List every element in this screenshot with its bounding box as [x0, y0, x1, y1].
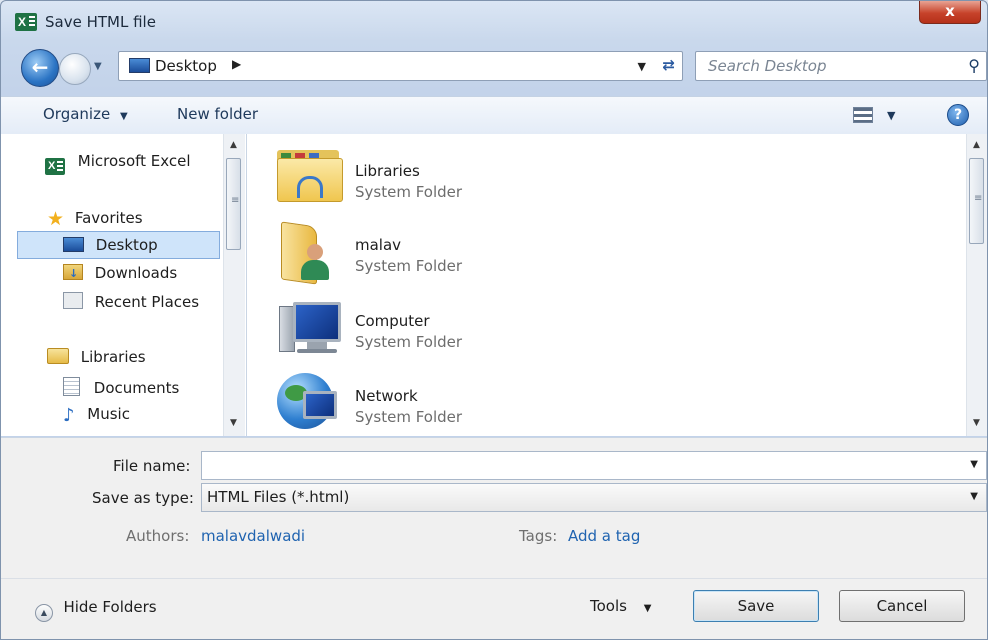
search-icon[interactable]: ⚲ [968, 56, 980, 75]
sidebar-item-label: Libraries [80, 348, 146, 366]
command-toolbar: Organize ▼ New folder ▼ ? [1, 96, 987, 135]
forward-button[interactable] [59, 53, 91, 85]
chevron-right-icon[interactable]: ▶ [232, 57, 241, 71]
star-icon: ★ [47, 208, 65, 230]
organize-label: Organize [43, 105, 111, 123]
authors-label: Authors: [126, 527, 190, 545]
grip-icon: ≡ [231, 195, 240, 206]
navigation-pane: X Microsoft Excel ★ Favorites Desktop ↓ … [1, 134, 247, 436]
file-name: Libraries [355, 162, 420, 180]
excel-icon: X [15, 13, 37, 31]
file-name: malav [355, 236, 402, 254]
network-icon [277, 371, 343, 433]
sidebar-item-libraries[interactable]: Libraries [47, 348, 146, 366]
file-item-malav[interactable]: malav System Folder [277, 220, 577, 290]
sidebar-scrollbar[interactable]: ▲ ≡ ▼ [223, 134, 245, 436]
scroll-up-icon[interactable]: ▲ [230, 140, 237, 150]
chevron-down-icon[interactable]: ▼ [970, 459, 978, 470]
hide-folders-label: Hide Folders [63, 598, 157, 616]
grip-icon: ≡ [974, 193, 983, 204]
file-name-field[interactable]: ▼ [201, 451, 987, 480]
refresh-icon[interactable]: ⇄ [662, 56, 675, 74]
file-item-network[interactable]: Network System Folder [277, 371, 577, 441]
cancel-button[interactable]: Cancel [839, 590, 965, 622]
sidebar-item-label: Documents [93, 379, 180, 397]
file-name: Network [355, 387, 418, 405]
save-form: File name: ▼ Save as type: HTML Files (*… [1, 437, 987, 639]
authors-value[interactable]: malavdalwadi [201, 527, 305, 545]
scroll-up-icon[interactable]: ▲ [973, 140, 980, 150]
navigation-bar: ← ▼ Desktop ▶ ▼ ⇄ Search Desktop ⚲ [1, 49, 987, 89]
chevron-down-icon: ▼ [643, 603, 652, 614]
sidebar-item-microsoft-excel[interactable]: X Microsoft Excel [45, 152, 191, 175]
title-bar: X Save HTML file x [1, 1, 987, 43]
close-button[interactable]: x [919, 1, 981, 24]
save-type-label: Save as type: [92, 489, 194, 507]
search-input[interactable]: Search Desktop [708, 57, 827, 75]
address-bar[interactable]: Desktop ▶ ▼ ⇄ [118, 51, 683, 81]
change-view-icon[interactable] [853, 107, 873, 123]
save-type-value: HTML Files (*.html) [207, 488, 350, 506]
file-list: Libraries System Folder malav System Fol… [247, 134, 987, 436]
file-type: System Folder [355, 257, 463, 275]
address-dropdown-icon[interactable]: ▼ [638, 60, 646, 73]
sidebar-item-documents[interactable]: Documents [63, 377, 179, 397]
documents-icon [63, 377, 80, 396]
scroll-down-icon[interactable]: ▼ [973, 418, 980, 428]
tools-label: Tools [590, 597, 627, 615]
file-list-scrollbar[interactable]: ▲ ≡ ▼ [966, 134, 987, 436]
sidebar-item-label: Downloads [94, 264, 178, 282]
file-name-label: File name: [113, 457, 191, 475]
tags-value[interactable]: Add a tag [568, 527, 640, 545]
desktop-icon [63, 237, 84, 252]
file-type: System Folder [355, 183, 463, 201]
computer-icon [277, 302, 343, 358]
excel-icon: X [45, 158, 65, 175]
sidebar-item-label: Microsoft Excel [77, 152, 191, 170]
view-dropdown-icon[interactable]: ▼ [887, 109, 895, 122]
scroll-down-icon[interactable]: ▼ [230, 418, 237, 428]
file-item-libraries[interactable]: Libraries System Folder [277, 146, 577, 216]
libraries-icon [47, 348, 69, 364]
sidebar-item-label: Desktop [95, 236, 158, 254]
sidebar-item-label: Favorites [74, 209, 143, 227]
desktop-icon [129, 58, 150, 73]
file-type: System Folder [355, 333, 463, 351]
sidebar-item-label: Recent Places [94, 293, 200, 311]
search-box[interactable]: Search Desktop ⚲ [695, 51, 987, 81]
file-name: Computer [355, 312, 430, 330]
downloads-icon: ↓ [63, 264, 83, 280]
user-folder-icon [281, 221, 331, 285]
new-folder-button[interactable]: New folder [177, 105, 258, 123]
save-type-select[interactable]: HTML Files (*.html) ▼ [201, 483, 987, 512]
sidebar-scroll-thumb[interactable]: ≡ [226, 158, 241, 250]
tools-menu[interactable]: Tools ▼ [590, 597, 651, 615]
sidebar-item-recent-places[interactable]: Recent Places [63, 292, 199, 311]
sidebar-item-desktop[interactable]: Desktop [63, 236, 158, 254]
chevron-up-icon: ▲ [35, 604, 53, 622]
sidebar-item-downloads[interactable]: ↓ Downloads [63, 264, 177, 282]
back-button[interactable]: ← [21, 49, 59, 87]
file-item-computer[interactable]: Computer System Folder [277, 296, 577, 366]
sidebar-item-label: Music [87, 405, 130, 423]
sidebar-item-favorites[interactable]: ★ Favorites [47, 208, 143, 230]
window-title: Save HTML file [45, 13, 156, 31]
libraries-folder-icon [277, 150, 343, 204]
sidebar-item-music[interactable]: ♪ Music [63, 405, 130, 426]
chevron-down-icon: ▼ [119, 111, 128, 122]
help-icon[interactable]: ? [947, 104, 969, 126]
music-icon: ♪ [63, 405, 75, 426]
organize-menu[interactable]: Organize ▼ [43, 105, 128, 123]
recent-places-icon [63, 292, 83, 309]
chevron-down-icon[interactable]: ▼ [970, 491, 978, 502]
save-button[interactable]: Save [693, 590, 819, 622]
hide-folders-button[interactable]: ▲ Hide Folders [35, 598, 157, 622]
address-location[interactable]: Desktop [155, 57, 217, 75]
save-dialog: X Save HTML file x ← ▼ Desktop ▶ ▼ ⇄ Sea… [0, 0, 988, 640]
divider [1, 578, 987, 579]
file-list-scroll-thumb[interactable]: ≡ [969, 158, 984, 244]
file-type: System Folder [355, 408, 463, 426]
tags-label: Tags: [519, 527, 558, 545]
history-dropdown-icon[interactable]: ▼ [94, 61, 102, 72]
